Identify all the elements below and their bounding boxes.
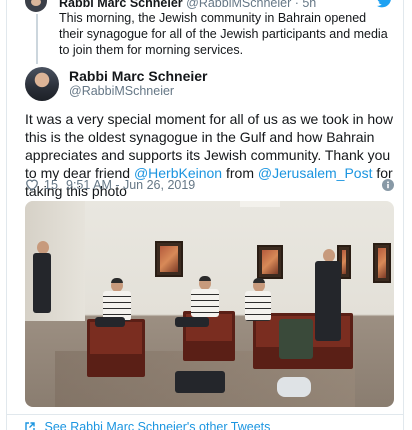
photo-jacket: [279, 319, 313, 359]
tweet-time[interactable]: 5h: [302, 0, 316, 10]
more-tweets-link[interactable]: See Rabbi Marc Schneier's other Tweets: [25, 420, 395, 430]
photo-door: [240, 201, 280, 207]
photo-painting: [257, 245, 283, 279]
tweet-author[interactable]: Rabbi Marc Schneier @RabbiMSchneier: [25, 67, 395, 103]
photo-bench: [87, 319, 145, 377]
avatar[interactable]: [25, 0, 47, 12]
author-name[interactable]: Rabbi Marc Schneier: [59, 0, 183, 10]
twitter-bird-icon[interactable]: [377, 0, 393, 8]
photo-bag: [277, 377, 311, 397]
external-link-icon: [25, 422, 35, 430]
author-handle[interactable]: @RabbiMSchneier: [69, 84, 174, 98]
heart-icon[interactable]: [25, 178, 39, 191]
info-icon[interactable]: [382, 179, 394, 191]
author-name[interactable]: Rabbi Marc Schneier: [69, 68, 208, 84]
avatar[interactable]: [25, 67, 59, 101]
photo-bag: [175, 371, 225, 393]
photo-painting: [373, 243, 391, 283]
photo-painting: [155, 241, 183, 277]
like-count[interactable]: 15: [44, 178, 58, 192]
previous-tweet-text: This morning, the Jewish community in Ba…: [59, 11, 388, 57]
embedded-tweet-card: Rabbi Marc Schneier @RabbiMSchneier · 5h…: [6, 0, 404, 430]
tweet-meta: 15 9:51 AM - Jun 26, 2019: [25, 176, 395, 194]
thread-line: [36, 14, 38, 64]
divider: [7, 414, 403, 415]
previous-tweet-author[interactable]: Rabbi Marc Schneier @RabbiMSchneier · 5h: [59, 0, 316, 10]
tweet-photo[interactable]: [25, 201, 394, 407]
separator: ·: [291, 0, 303, 10]
author-handle[interactable]: @RabbiMSchneier: [186, 0, 291, 10]
timestamp[interactable]: 9:51 AM - Jun 26, 2019: [66, 178, 195, 192]
more-tweets-label[interactable]: See Rabbi Marc Schneier's other Tweets: [44, 420, 270, 430]
